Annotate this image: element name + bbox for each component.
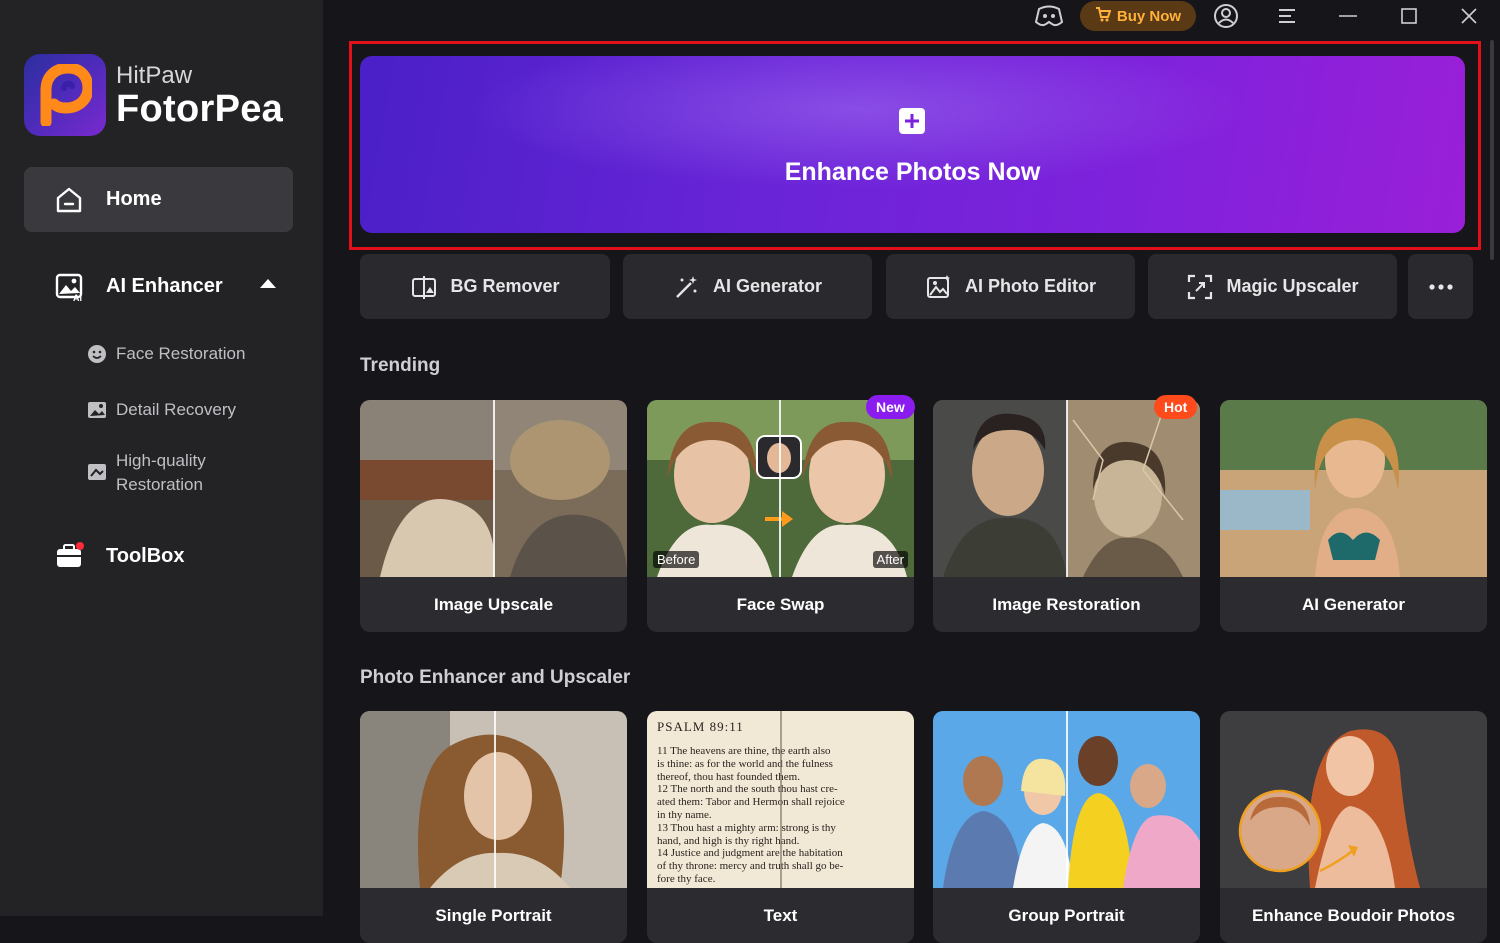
before-after-divider xyxy=(780,711,782,888)
enhance-photos-now-button[interactable]: Enhance Photos Now xyxy=(360,56,1465,233)
brand-name-small: HitPaw xyxy=(116,62,193,89)
card-text[interactable]: PSALM 89:11 11 The heavens are thine, th… xyxy=(647,711,914,943)
bg-remover-icon xyxy=(412,275,437,299)
detail-image-icon xyxy=(88,402,106,418)
ai-generator-button[interactable]: AI Generator xyxy=(623,254,872,319)
section-title-enhancer: Photo Enhancer and Upscaler xyxy=(360,667,631,688)
sidebar-item-label: AI Enhancer xyxy=(106,274,223,297)
sidebar-item-ai-enhancer[interactable]: AI AI Enhancer xyxy=(54,268,284,304)
sidebar-item-toolbox[interactable]: ToolBox xyxy=(54,540,185,572)
card-group-portrait[interactable]: Group Portrait xyxy=(933,711,1200,943)
card-image-upscale[interactable]: Image Upscale xyxy=(360,400,627,632)
more-icon xyxy=(1428,283,1453,290)
home-icon xyxy=(56,187,82,212)
close-icon[interactable] xyxy=(1455,3,1483,29)
tool-label: Magic Upscaler xyxy=(1226,276,1359,296)
face-icon xyxy=(88,345,106,363)
magic-upscaler-button[interactable]: Magic Upscaler xyxy=(1148,254,1397,319)
before-tag: Before xyxy=(653,551,700,568)
tool-label: AI Generator xyxy=(712,276,823,296)
after-tag: After xyxy=(872,551,908,568)
maximize-icon[interactable] xyxy=(1395,3,1423,29)
minimize-icon[interactable] xyxy=(1334,3,1362,29)
sidebar-item-label: High-quality Restoration xyxy=(116,449,206,497)
brand-name: FotorPea xyxy=(116,88,284,130)
before-after-divider xyxy=(1066,400,1068,577)
new-badge: New xyxy=(866,395,915,419)
sidebar-item-high-quality-restoration[interactable]: High-quality Restoration xyxy=(86,449,206,497)
before-after-divider xyxy=(1066,711,1068,888)
sidebar-item-face-restoration[interactable]: Face Restoration xyxy=(86,342,245,366)
card-label: Image Upscale xyxy=(433,594,554,614)
buy-now-button[interactable]: Buy Now xyxy=(1080,1,1196,31)
toolbox-icon xyxy=(57,542,84,567)
more-tools-button[interactable] xyxy=(1408,254,1473,319)
bg-remover-button[interactable]: BG Remover xyxy=(360,254,610,319)
menu-icon[interactable] xyxy=(1273,3,1301,29)
tool-label: BG Remover xyxy=(450,276,560,296)
sidebar-item-label-line1: High-quality xyxy=(116,451,206,470)
svg-text:AI: AI xyxy=(73,293,82,302)
before-after-divider xyxy=(494,711,496,888)
magic-wand-icon xyxy=(676,275,697,298)
card-label: AI Generator xyxy=(1302,594,1405,614)
card-label: Face Swap xyxy=(736,594,825,614)
section-title-trending: Trending xyxy=(360,355,441,376)
discord-icon[interactable] xyxy=(1035,3,1063,29)
card-face-swap[interactable]: Before After Face Swap xyxy=(647,400,914,632)
restoration-icon xyxy=(88,464,106,480)
sidebar-item-home[interactable]: Home xyxy=(24,167,293,232)
buy-now-label: Buy Now xyxy=(1116,7,1182,25)
ai-image-icon: AI xyxy=(55,273,83,302)
card-enhance-boudoir-photos[interactable]: Enhance Boudoir Photos xyxy=(1220,711,1487,943)
scrollbar[interactable] xyxy=(1490,40,1494,260)
cart-icon xyxy=(1095,6,1112,26)
card-image-restoration[interactable]: Image Restoration xyxy=(933,400,1200,632)
app-logo xyxy=(24,54,106,136)
card-label: Image Restoration xyxy=(992,594,1141,614)
before-after-divider xyxy=(779,400,781,577)
sidebar-item-label: Face Restoration xyxy=(116,344,246,363)
sidebar-item-label: Home xyxy=(106,188,162,210)
title-bar: Buy Now xyxy=(323,0,1500,32)
boudoir-thumbnail xyxy=(1220,711,1487,888)
ai-photo-editor-button[interactable]: AI Photo Editor xyxy=(886,254,1135,319)
sidebar-item-label: Detail Recovery xyxy=(116,400,236,419)
tool-label: AI Photo Editor xyxy=(965,276,1096,296)
card-ai-generator[interactable]: AI Generator xyxy=(1220,400,1487,632)
before-after-divider xyxy=(493,400,495,577)
photo-editor-icon xyxy=(927,274,950,298)
upscale-icon xyxy=(1188,274,1213,299)
sidebar-item-label-line2: Restoration xyxy=(116,475,203,494)
plus-icon xyxy=(899,108,925,134)
sidebar-item-detail-recovery[interactable]: Detail Recovery xyxy=(86,398,236,422)
card-single-portrait[interactable]: Single Portrait xyxy=(360,711,627,943)
banner-label: Enhance Photos Now xyxy=(784,158,1041,186)
account-icon[interactable] xyxy=(1212,3,1240,29)
chevron-up-icon[interactable] xyxy=(260,279,276,288)
sidebar-item-label: ToolBox xyxy=(106,544,185,567)
ai-generator-thumbnail xyxy=(1220,400,1487,577)
sidebar: HitPaw FotorPea Home AI AI Enhancer Face… xyxy=(0,0,323,916)
hot-badge: Hot xyxy=(1154,395,1198,419)
